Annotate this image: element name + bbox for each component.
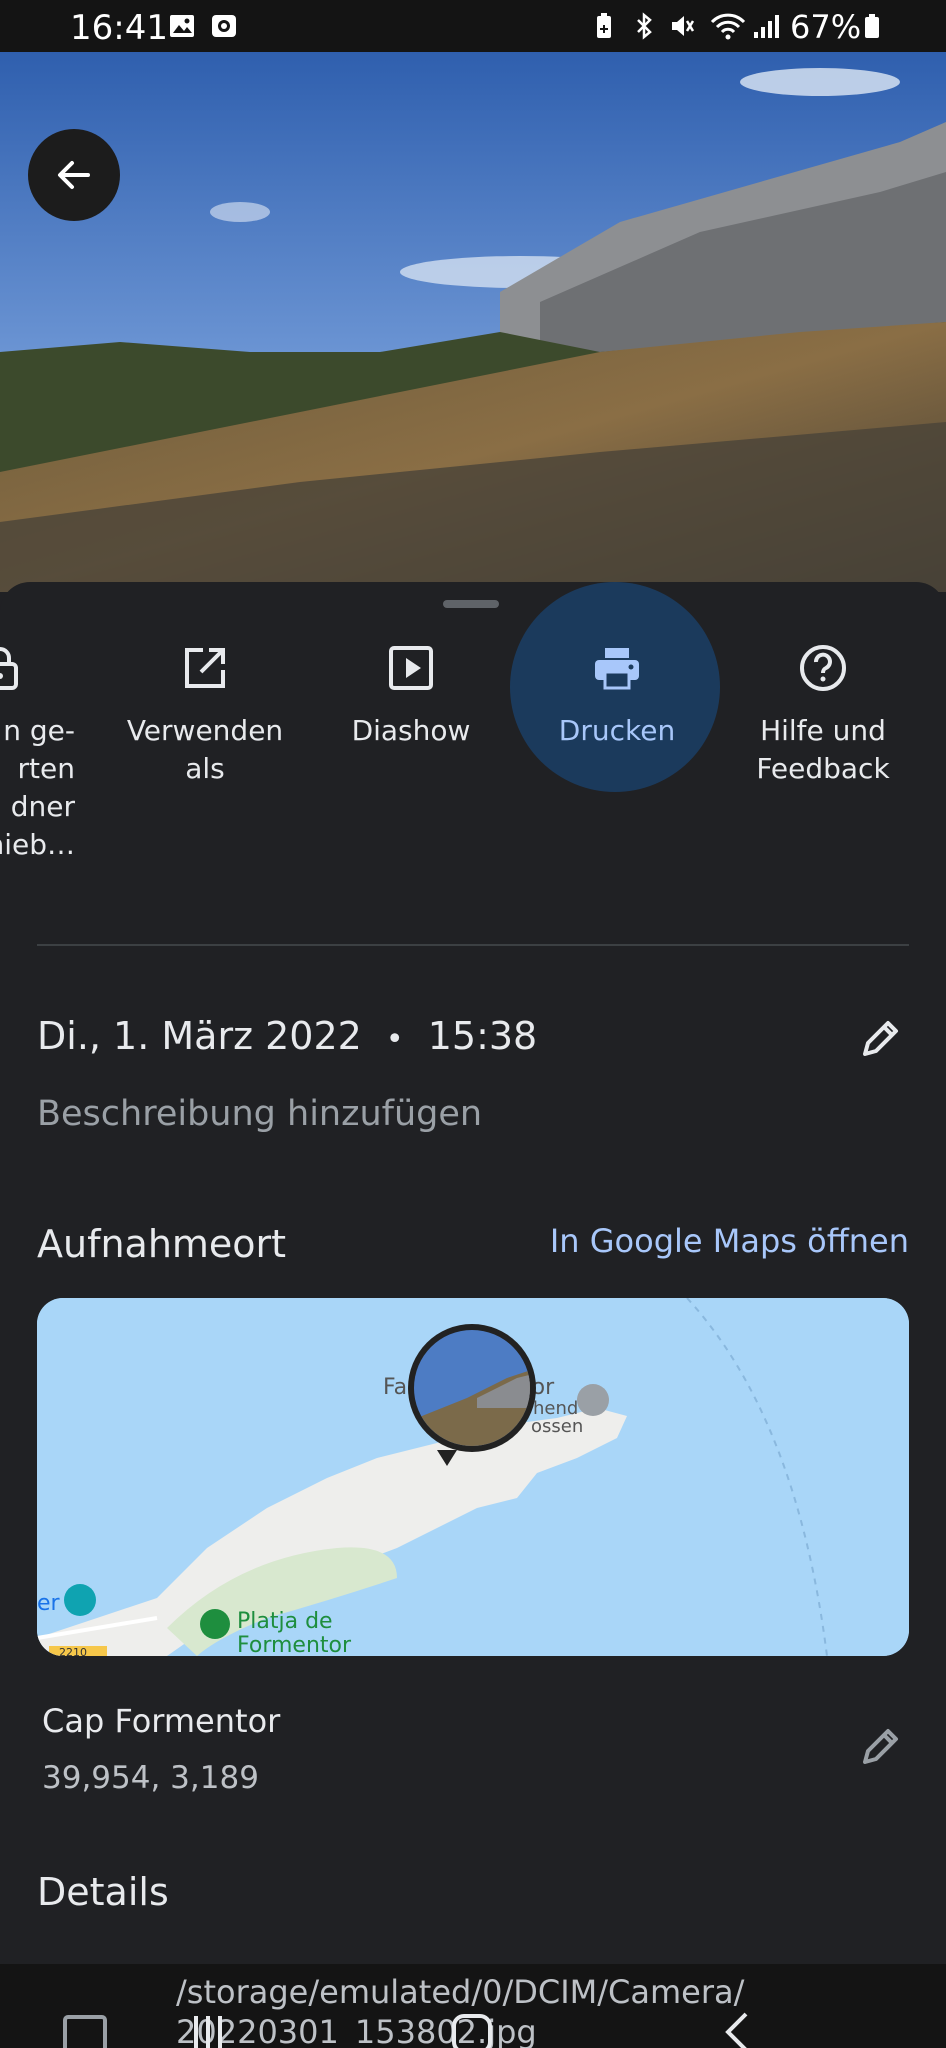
status-time: 16:41 [70, 8, 168, 48]
landscape-photo [0, 52, 946, 592]
drag-handle[interactable] [443, 600, 499, 608]
bluetooth-icon [637, 12, 652, 40]
arrow-back-icon [58, 161, 90, 189]
print-icon [595, 648, 639, 690]
divider [37, 944, 909, 946]
time-text: 15:38 [427, 1014, 538, 1058]
info-sheet: n ge- rten dner hieb… Verwenden als Dias… [0, 582, 946, 2048]
recent-apps-icon[interactable] [188, 2012, 228, 2048]
left-edge-label: er [37, 1591, 61, 1616]
coordinates: 39,954, 3,189 [42, 1760, 259, 1796]
mute-icon [672, 16, 695, 36]
battery-icon [865, 14, 879, 38]
place-name: Cap Formentor [42, 1702, 281, 1740]
action-help-label: Hilfe und Feedback [756, 714, 890, 785]
beach-label-1: Platja de [237, 1609, 333, 1634]
action-slideshow[interactable]: Diashow [308, 642, 514, 750]
location-map[interactable]: 2210 Platja de Formentor er Fa tor hend … [37, 1298, 909, 1656]
battery-saver-icon [597, 13, 611, 38]
details-title: Details [37, 1870, 169, 1914]
action-use-as[interactable]: Verwenden als [102, 642, 308, 788]
photo-preview[interactable] [0, 52, 946, 592]
action-slideshow-label: Diashow [351, 714, 471, 747]
action-help[interactable]: Hilfe und Feedback [720, 642, 926, 788]
slideshow-icon [389, 646, 433, 690]
edit-location-icon[interactable] [857, 1722, 905, 1770]
back-nav-icon[interactable] [722, 2012, 752, 2048]
help-icon [800, 645, 846, 691]
road-label: 2210 [59, 1646, 87, 1656]
screen-record-icon [212, 15, 236, 37]
date-separator: • [385, 1022, 404, 1057]
date-time: Di., 1. März 2022 • 15:38 [37, 1014, 537, 1058]
lighthouse-sub2: ossen [531, 1416, 583, 1437]
navigation-bar: /storage/emulated/0/DCIM/Camera/ 2022030… [0, 1964, 946, 2048]
action-use-as-label: Verwenden als [126, 714, 284, 785]
action-locked-folder[interactable]: n ge- rten dner hieb… [0, 642, 103, 864]
battery-percent: 67% [790, 8, 862, 46]
wifi-icon [710, 13, 746, 40]
action-locked-folder-label: n ge- rten dner hieb… [0, 714, 75, 861]
date-text: Di., 1. März 2022 [37, 1014, 362, 1058]
status-bar: 16:41 67% [0, 0, 946, 52]
gallery-notification-icon [170, 15, 194, 37]
map-graphic: 2210 Platja de Formentor er Fa tor hend … [37, 1298, 909, 1656]
lock-folder-icon [0, 647, 18, 690]
back-button[interactable] [28, 129, 120, 221]
open-in-maps-link[interactable]: In Google Maps öffnen [550, 1222, 909, 1260]
action-print-label: Drucken [558, 714, 676, 747]
description-input[interactable]: Beschreibung hinzufügen [37, 1094, 482, 1134]
edit-date-icon[interactable] [857, 1014, 905, 1062]
action-print[interactable]: Drucken [514, 642, 720, 750]
location-title: Aufnahmeort [37, 1222, 287, 1266]
lighthouse-left: Fa [383, 1375, 407, 1400]
signal-icon [754, 15, 779, 38]
beach-label-2: Formentor [237, 1633, 352, 1656]
home-icon[interactable] [450, 2012, 494, 2048]
open-external-icon [185, 648, 225, 688]
file-icon [63, 2015, 107, 2048]
file-path-line-1: /storage/emulated/0/DCIM/Camera/ [176, 1973, 745, 2011]
